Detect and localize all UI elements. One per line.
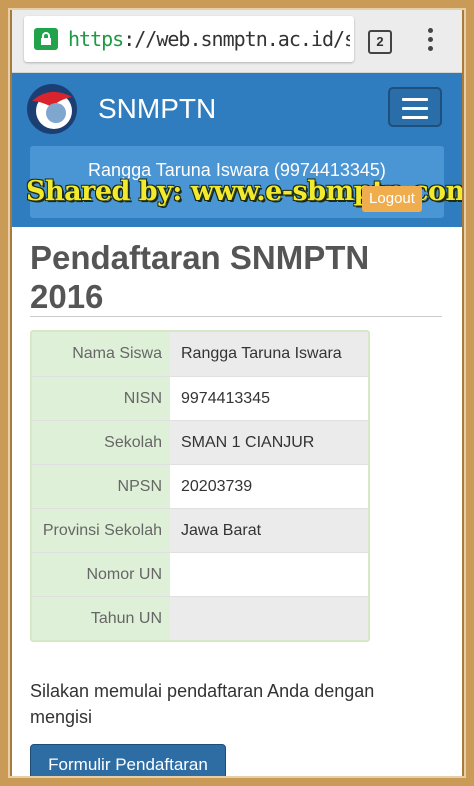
phone-screen: https://web.snmptn.ac.id/s 2 SNMPTN Rang… [12,10,462,776]
table-row: Tahun UN [32,596,368,640]
registration-form-button[interactable]: Formulir Pendaftaran [30,744,226,776]
row-label: Tahun UN [32,596,170,640]
row-label: NPSN [32,464,170,508]
table-row: Nama Siswa Rangga Taruna Iswara [32,332,368,376]
table-row: Sekolah SMAN 1 CIANJUR [32,420,368,464]
address-bar[interactable]: https://web.snmptn.ac.id/s [24,16,354,62]
row-value: Rangga Taruna Iswara [170,332,368,376]
browser-toolbar: https://web.snmptn.ac.id/s 2 [12,10,462,73]
row-value: Jawa Barat [170,508,368,552]
intro-text: Silakan memulai pendaftaran Anda dengan … [30,681,375,727]
page-title: Pendaftaran SNMPTN 2016 [30,239,370,315]
table-row: NPSN 20203739 [32,464,368,508]
site-header: SNMPTN Rangga Taruna Iswara (9974413345)… [12,73,462,227]
row-value: 9974413345 [170,376,368,420]
url-text: https://web.snmptn.ac.id/s [68,27,350,51]
table-row: Nomor UN [32,552,368,596]
user-panel: Rangga Taruna Iswara (9974413345) Shared… [26,146,462,218]
snmptn-logo[interactable] [26,83,78,135]
row-value: SMAN 1 CIANJUR [170,420,368,464]
tab-switcher-button[interactable]: 2 [368,30,392,54]
row-label: Nomor UN [32,552,170,596]
table-row: Provinsi Sekolah Jawa Barat [32,508,368,552]
menu-toggle-button[interactable] [388,87,442,127]
row-value [170,552,368,596]
more-vert-icon[interactable] [426,28,434,54]
logout-button[interactable]: Logout [362,186,422,212]
row-value: 20203739 [170,464,368,508]
row-label: Sekolah [32,420,170,464]
row-label: Provinsi Sekolah [32,508,170,552]
table-row: NISN 9974413345 [32,376,368,420]
lock-icon [34,28,58,50]
row-value [170,596,368,640]
row-label: Nama Siswa [32,332,170,376]
title-divider [30,316,442,317]
row-label: NISN [32,376,170,420]
student-info-table: Nama Siswa Rangga Taruna Iswara NISN 997… [30,330,370,642]
site-name[interactable]: SNMPTN [98,93,216,125]
